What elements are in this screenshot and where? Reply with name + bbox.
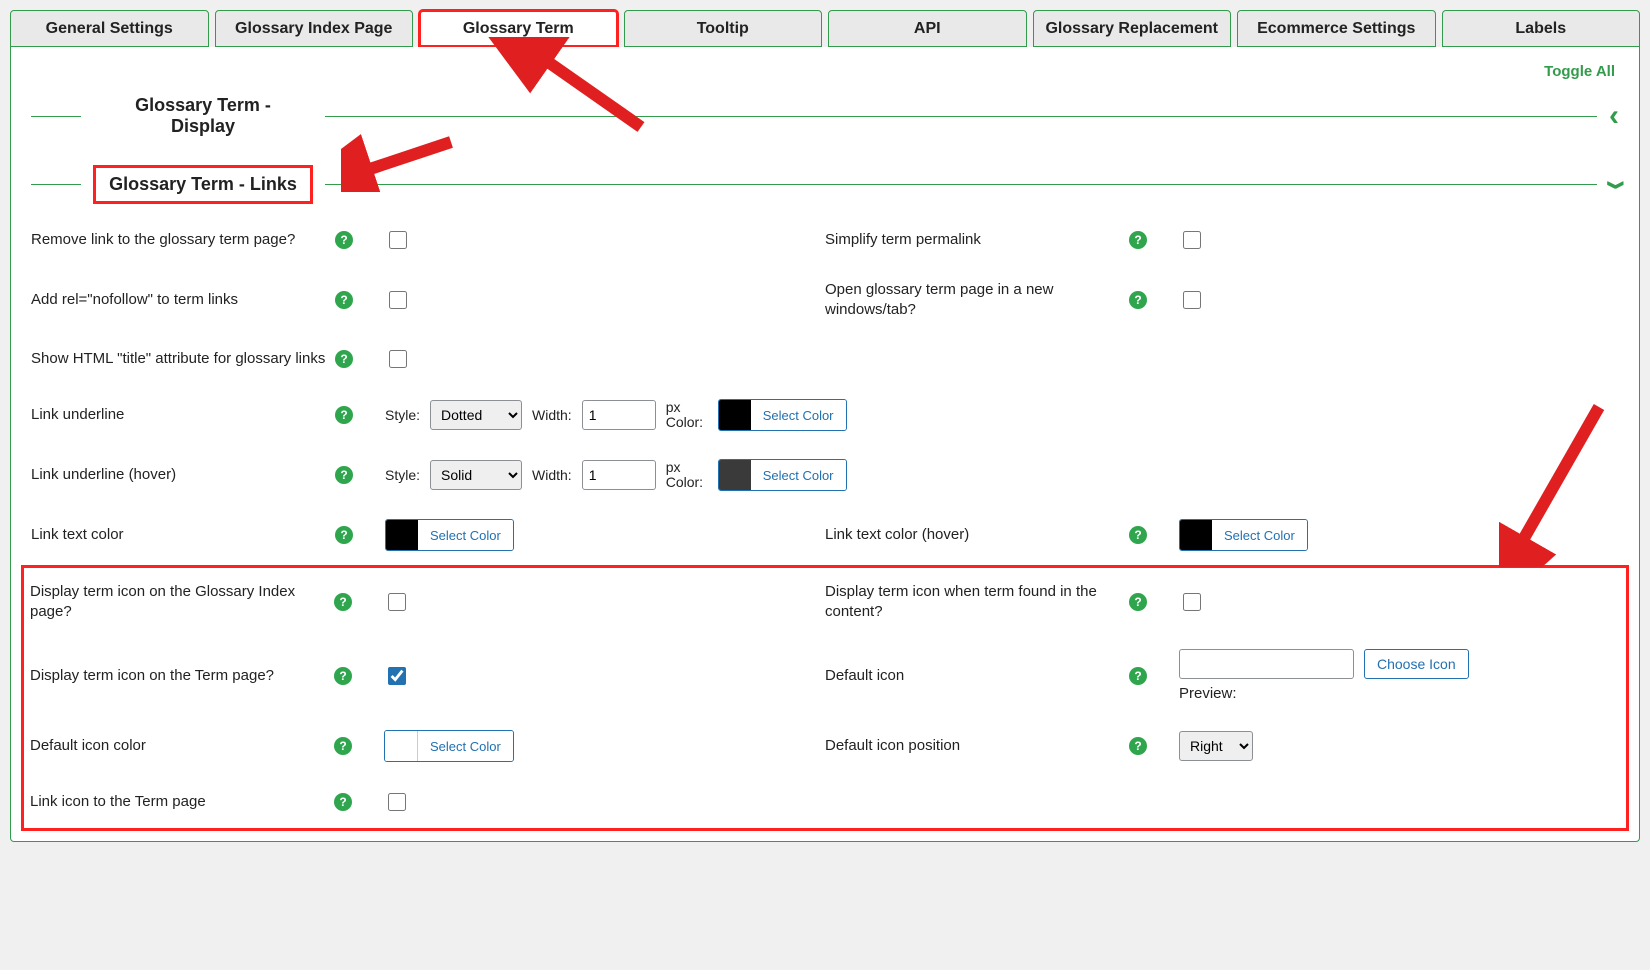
highlighted-settings-block: Display term icon on the Glossary Index … (21, 565, 1629, 831)
icon-content-checkbox[interactable] (1183, 593, 1201, 611)
help-icon[interactable]: ? (1129, 667, 1147, 685)
color-swatch (719, 460, 751, 490)
underline-hover-width-input[interactable] (582, 460, 656, 490)
help-icon[interactable]: ? (334, 593, 352, 611)
underline-hover-color-picker[interactable]: Select Color (718, 459, 847, 491)
setting-link-underline: Link underline ? Style: DottedSolidDashe… (31, 385, 1619, 445)
help-icon[interactable]: ? (1129, 526, 1147, 544)
help-icon[interactable]: ? (335, 291, 353, 309)
link-text-color-picker[interactable]: Select Color (385, 519, 514, 551)
default-icon-color-picker[interactable]: Select Color (384, 730, 514, 762)
section-header-display: Glossary Term - Display ‹ (31, 89, 1619, 143)
select-color-button[interactable]: Select Color (1212, 520, 1307, 550)
help-icon[interactable]: ? (334, 793, 352, 811)
tab-api[interactable]: API (828, 10, 1027, 47)
setting-remove-link: Remove link to the glossary term page? ? (31, 214, 825, 266)
color-swatch (719, 400, 751, 430)
help-icon[interactable]: ? (1129, 593, 1147, 611)
setting-icon-index: Display term icon on the Glossary Index … (30, 568, 825, 635)
preview-label: Preview: (1179, 685, 1469, 702)
setting-show-title-attr: Show HTML "title" attribute for glossary… (31, 333, 1619, 385)
link-text-hover-color-picker[interactable]: Select Color (1179, 519, 1308, 551)
link-icon-term-page-checkbox[interactable] (388, 793, 406, 811)
color-swatch (385, 731, 418, 761)
tab-ecommerce-settings[interactable]: Ecommerce Settings (1237, 10, 1436, 47)
help-icon[interactable]: ? (1129, 231, 1147, 249)
setting-open-new-window: Open glossary term page in a new windows… (825, 266, 1619, 333)
section-title-links: Glossary Term - Links (93, 165, 313, 204)
setting-link-underline-hover: Link underline (hover) ? Style: DottedSo… (31, 445, 1619, 505)
setting-simplify-permalink: Simplify term permalink ? (825, 214, 1619, 266)
help-icon[interactable]: ? (1129, 291, 1147, 309)
section-title-display: Glossary Term - Display (93, 89, 313, 143)
chevron-down-icon[interactable]: ‹ (1593, 180, 1635, 190)
tab-glossary-term[interactable]: Glossary Term (419, 10, 618, 47)
setting-link-text-color-hover: Link text color (hover) ? Select Color (825, 505, 1619, 565)
select-color-button[interactable]: Select Color (418, 731, 513, 761)
tab-labels[interactable]: Labels (1442, 10, 1641, 47)
tab-glossary-replacement[interactable]: Glossary Replacement (1033, 10, 1232, 47)
default-icon-input[interactable] (1179, 649, 1354, 679)
color-swatch (1180, 520, 1212, 550)
add-nofollow-checkbox[interactable] (389, 291, 407, 309)
choose-icon-button[interactable]: Choose Icon (1364, 649, 1469, 679)
tab-glossary-index-page[interactable]: Glossary Index Page (215, 10, 414, 47)
help-icon[interactable]: ? (335, 526, 353, 544)
settings-panel: Toggle All Glossary Term - Display ‹ Glo… (10, 47, 1640, 842)
setting-default-icon: Default icon ? Choose Icon Preview: (825, 635, 1620, 716)
tabs: General SettingsGlossary Index PageGloss… (10, 10, 1640, 47)
underline-style-select[interactable]: DottedSolidDashedNone (430, 400, 522, 430)
remove-link-checkbox[interactable] (389, 231, 407, 249)
setting-link-icon-term-page: Link icon to the Term page ? (30, 776, 1620, 828)
help-icon[interactable]: ? (335, 406, 353, 424)
chevron-left-icon[interactable]: ‹ (1609, 101, 1619, 131)
open-new-window-checkbox[interactable] (1183, 291, 1201, 309)
icon-position-select[interactable]: LeftRight (1179, 731, 1253, 761)
setting-icon-term-page: Display term icon on the Term page? ? (30, 635, 825, 716)
help-icon[interactable]: ? (334, 667, 352, 685)
underline-color-picker[interactable]: Select Color (718, 399, 847, 431)
setting-add-nofollow: Add rel="nofollow" to term links ? (31, 266, 825, 333)
setting-default-icon-position: Default icon position ? LeftRight (825, 716, 1620, 776)
help-icon[interactable]: ? (335, 466, 353, 484)
setting-icon-content: Display term icon when term found in the… (825, 568, 1620, 635)
help-icon[interactable]: ? (334, 737, 352, 755)
select-color-button[interactable]: Select Color (418, 520, 513, 550)
select-color-button[interactable]: Select Color (751, 400, 846, 430)
setting-default-icon-color: Default icon color ? Select Color (30, 716, 825, 776)
setting-link-text-color: Link text color ? Select Color (31, 505, 825, 565)
section-header-links: Glossary Term - Links ‹ (31, 165, 1619, 204)
tab-general-settings[interactable]: General Settings (10, 10, 209, 47)
tab-tooltip[interactable]: Tooltip (624, 10, 823, 47)
color-swatch (386, 520, 418, 550)
select-color-button[interactable]: Select Color (751, 460, 846, 490)
icon-index-checkbox[interactable] (388, 593, 406, 611)
show-title-attr-checkbox[interactable] (389, 350, 407, 368)
icon-term-page-checkbox[interactable] (388, 667, 406, 685)
help-icon[interactable]: ? (1129, 737, 1147, 755)
underline-hover-style-select[interactable]: DottedSolidDashedNone (430, 460, 522, 490)
underline-width-input[interactable] (582, 400, 656, 430)
toggle-all-link[interactable]: Toggle All (1544, 63, 1615, 80)
help-icon[interactable]: ? (335, 350, 353, 368)
simplify-permalink-checkbox[interactable] (1183, 231, 1201, 249)
help-icon[interactable]: ? (335, 231, 353, 249)
